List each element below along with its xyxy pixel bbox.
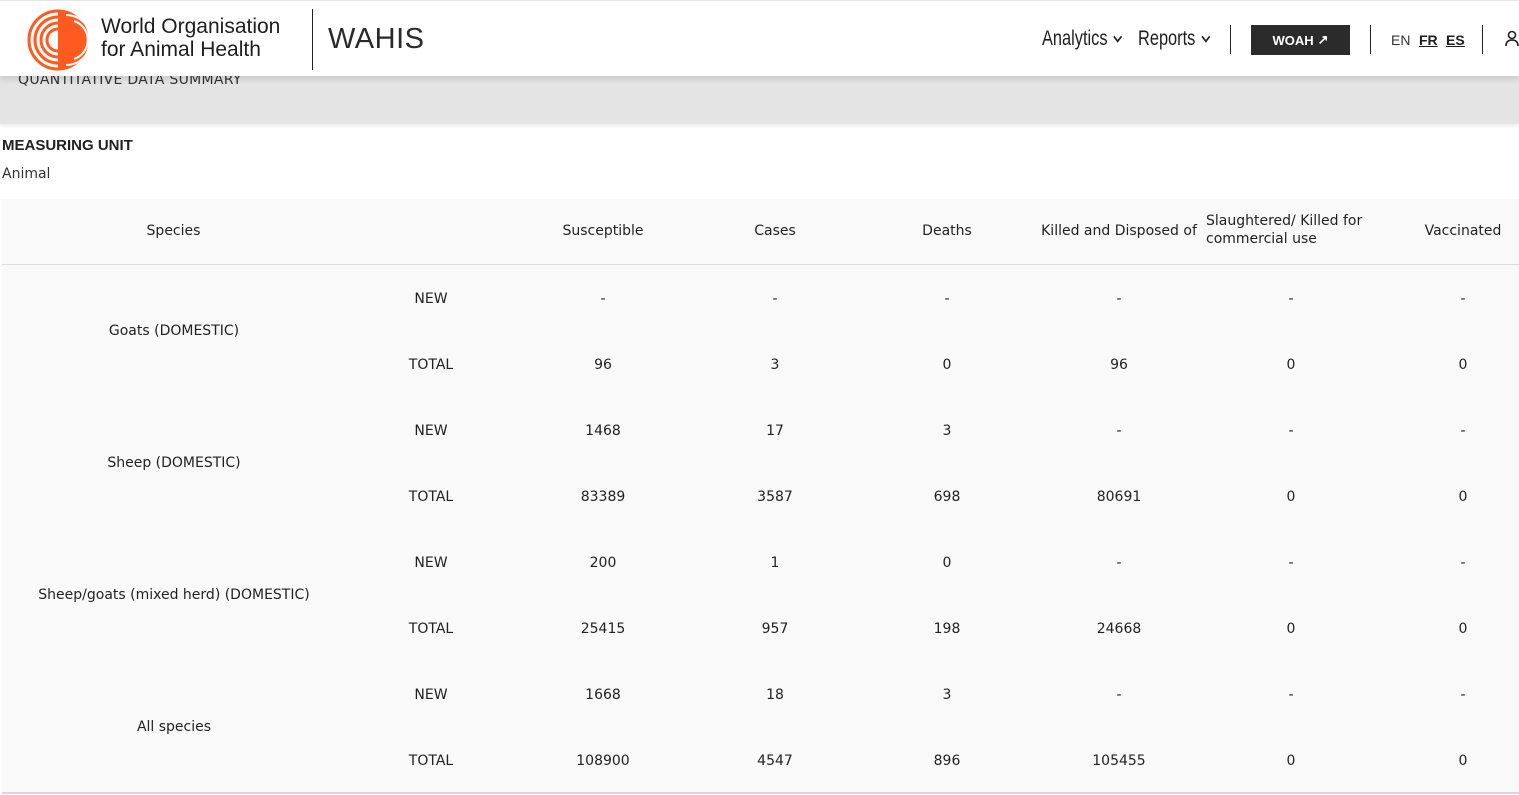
- new-row-label: NEW: [414, 555, 448, 571]
- column-header-deaths[interactable]: Deaths: [887, 223, 1007, 239]
- cell-slaughtered: 0: [1286, 621, 1296, 637]
- measuring-unit-value: Animal: [2, 166, 51, 182]
- column-header-killed-disposed[interactable]: Killed and Disposed of: [1039, 223, 1199, 239]
- column-header-vaccinated[interactable]: Vaccinated: [1403, 223, 1519, 239]
- cell-deaths: 896: [933, 753, 961, 769]
- new-row-label: NEW: [414, 687, 448, 703]
- cell-deaths: 198: [933, 621, 961, 637]
- cell-killed-disposed: -: [1116, 423, 1122, 439]
- cell-cases: 957: [761, 621, 789, 637]
- column-header-cases[interactable]: Cases: [715, 223, 835, 239]
- cell-susceptible: 96: [594, 357, 612, 373]
- nav-reports[interactable]: Reports: [1138, 27, 1210, 51]
- total-row-label: TOTAL: [408, 489, 454, 505]
- organisation-name: World Organisation for Animal Health: [101, 15, 280, 61]
- species-name: All species: [136, 719, 212, 735]
- chevron-down-icon: [1201, 30, 1210, 43]
- cell-deaths: 3: [942, 687, 952, 703]
- column-header-slaughtered-line2: commercial use: [1206, 231, 1317, 247]
- cell-slaughtered: -: [1288, 687, 1294, 703]
- divider: [1370, 25, 1371, 54]
- cell-susceptible: 108900: [576, 753, 630, 769]
- language-fr[interactable]: FR: [1419, 32, 1438, 48]
- woah-button-label: WOAH: [1272, 32, 1314, 48]
- cell-cases: 18: [766, 687, 784, 703]
- quantitative-data-table: Species Susceptible Cases Deaths Killed …: [2, 199, 1519, 794]
- cell-deaths: 0: [942, 555, 952, 571]
- language-en[interactable]: EN: [1391, 32, 1410, 48]
- nav-analytics[interactable]: Analytics: [1042, 27, 1123, 51]
- external-link-icon: ↗: [1317, 32, 1329, 47]
- cell-deaths: 0: [942, 357, 952, 373]
- cell-vaccinated: 0: [1458, 621, 1468, 637]
- species-name: Sheep (DOMESTIC): [107, 455, 241, 471]
- cell-vaccinated: -: [1460, 291, 1466, 307]
- cell-susceptible: 1468: [585, 423, 621, 439]
- cell-killed-disposed: 80691: [1096, 489, 1142, 505]
- cell-susceptible: 25415: [580, 621, 626, 637]
- new-row-label: NEW: [414, 423, 448, 439]
- cell-vaccinated: -: [1460, 687, 1466, 703]
- woah-logo-icon[interactable]: [26, 9, 90, 71]
- cell-killed-disposed: -: [1116, 291, 1122, 307]
- cell-killed-disposed: 105455: [1092, 753, 1146, 769]
- section-header: QUANTITATIVE DATA SUMMARY: [0, 72, 1519, 124]
- cell-deaths: -: [944, 291, 950, 307]
- woah-link-button[interactable]: WOAH ↗: [1251, 25, 1350, 55]
- cell-vaccinated: 0: [1458, 753, 1468, 769]
- cell-cases: 3587: [757, 489, 793, 505]
- divider: [1482, 25, 1483, 54]
- cell-slaughtered: 0: [1286, 489, 1296, 505]
- cell-susceptible: -: [600, 291, 606, 307]
- cell-slaughtered: 0: [1286, 753, 1296, 769]
- nav-analytics-label: Analytics: [1042, 27, 1108, 50]
- species-name: Goats (DOMESTIC): [108, 323, 240, 339]
- column-header-susceptible[interactable]: Susceptible: [543, 223, 663, 239]
- cell-vaccinated: -: [1460, 555, 1466, 571]
- cell-slaughtered: 0: [1286, 357, 1296, 373]
- cell-killed-disposed: -: [1116, 687, 1122, 703]
- divider: [1230, 25, 1231, 54]
- total-row-label: TOTAL: [408, 357, 454, 373]
- cell-slaughtered: -: [1288, 423, 1294, 439]
- cell-killed-disposed: 24668: [1096, 621, 1142, 637]
- nav-reports-label: Reports: [1138, 27, 1196, 50]
- cell-cases: 17: [766, 423, 784, 439]
- column-header-slaughtered[interactable]: Slaughtered/ Killed for commercial use: [1206, 213, 1376, 247]
- species-name: Sheep/goats (mixed herd) (DOMESTIC): [38, 587, 310, 603]
- cell-cases: 4547: [757, 753, 793, 769]
- divider: [312, 9, 313, 70]
- cell-killed-disposed: -: [1116, 555, 1122, 571]
- measuring-unit-label: MEASURING UNIT: [2, 137, 133, 154]
- total-row-label: TOTAL: [408, 621, 454, 637]
- cell-cases: 1: [770, 555, 780, 571]
- cell-vaccinated: 0: [1458, 357, 1468, 373]
- language-es[interactable]: ES: [1446, 32, 1465, 48]
- total-row-label: TOTAL: [408, 753, 454, 769]
- column-header-species[interactable]: Species: [106, 223, 241, 239]
- cell-deaths: 3: [942, 423, 952, 439]
- column-header-slaughtered-line1: Slaughtered/ Killed for: [1206, 213, 1363, 229]
- cell-slaughtered: -: [1288, 291, 1294, 307]
- cell-cases: -: [772, 291, 778, 307]
- new-row-label: NEW: [414, 291, 448, 307]
- cell-slaughtered: -: [1288, 555, 1294, 571]
- cell-cases: 3: [770, 357, 780, 373]
- cell-killed-disposed: 96: [1110, 357, 1128, 373]
- chevron-down-icon: [1113, 30, 1123, 43]
- user-icon[interactable]: [1505, 30, 1519, 48]
- top-header: World Organisation for Animal Health WAH…: [0, 0, 1519, 76]
- cell-susceptible: 200: [589, 555, 617, 571]
- cell-susceptible: 1668: [585, 687, 621, 703]
- org-name-line1: World Organisation: [101, 15, 281, 38]
- table-header: Species Susceptible Cases Deaths Killed …: [2, 199, 1519, 265]
- cell-susceptible: 83389: [580, 489, 626, 505]
- cell-vaccinated: 0: [1458, 489, 1468, 505]
- app-name[interactable]: WAHIS: [328, 23, 424, 56]
- org-name-line2: for Animal Health: [101, 38, 261, 61]
- cell-vaccinated: -: [1460, 423, 1466, 439]
- cell-deaths: 698: [933, 489, 961, 505]
